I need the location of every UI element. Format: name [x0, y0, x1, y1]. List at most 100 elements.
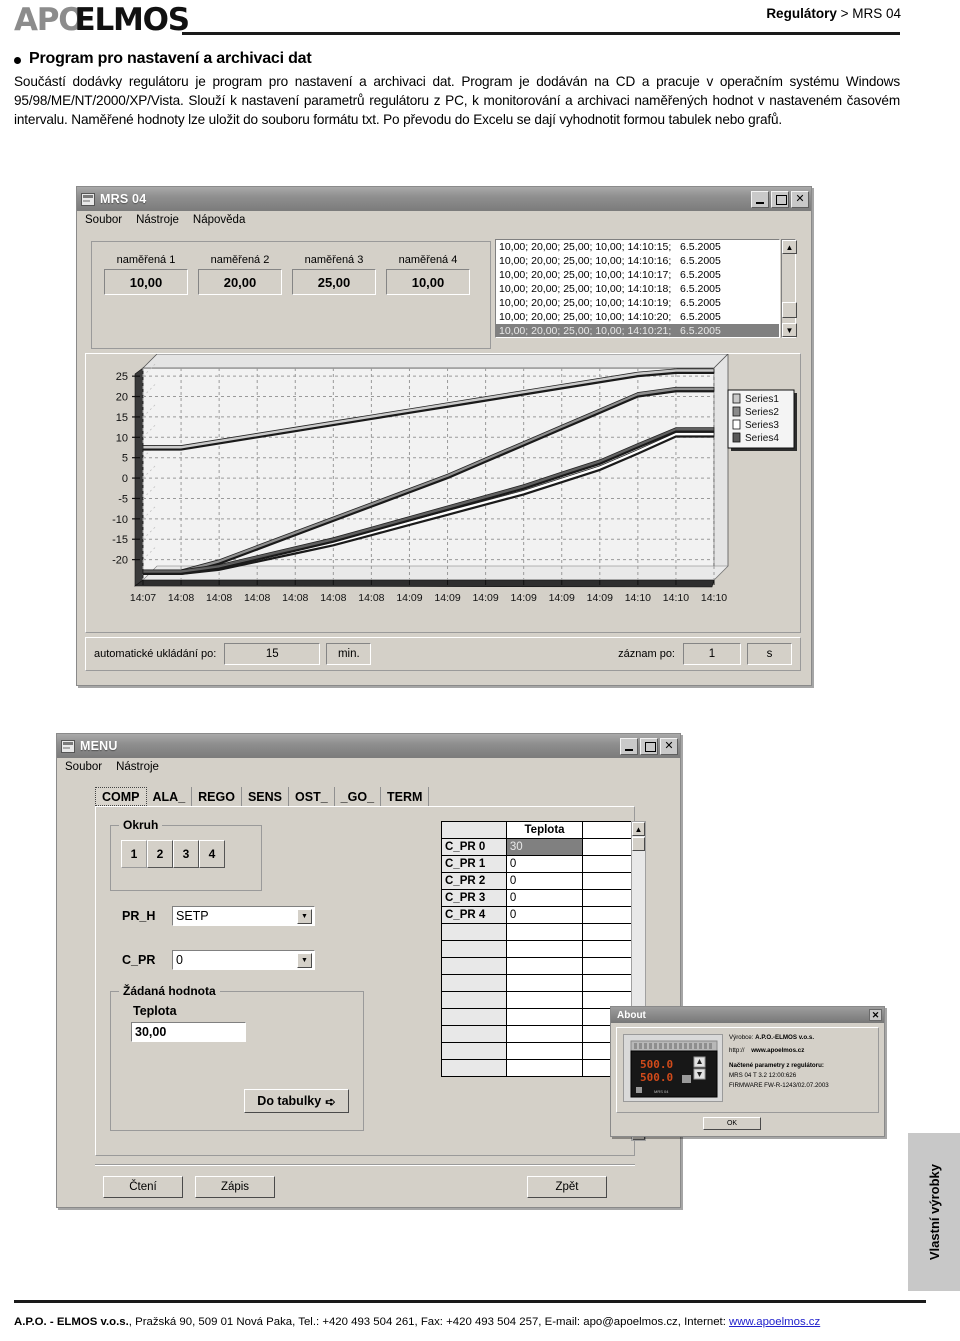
record-value-field[interactable]: 1	[683, 643, 741, 665]
svg-text:14:08: 14:08	[206, 592, 232, 604]
chevron-down-icon[interactable]: ▼	[297, 953, 312, 968]
grid-row[interactable]: C_PR 0 30	[441, 838, 646, 856]
write-button[interactable]: Zápis	[195, 1176, 275, 1198]
about-url[interactable]: www.apoelmos.cz	[751, 1047, 804, 1054]
grid-value-cell[interactable]: 0	[505, 889, 584, 907]
tab-ala-[interactable]: ALA_	[146, 787, 193, 806]
grid-value-cell[interactable]	[505, 991, 584, 1009]
okruh-button-1[interactable]: 1	[121, 840, 147, 868]
svg-text:20: 20	[116, 392, 128, 404]
okruh-button-2[interactable]: 2	[147, 840, 173, 868]
grid-value-cell[interactable]	[505, 940, 584, 958]
grid-value-cell[interactable]	[505, 974, 584, 992]
menu-soubor[interactable]: Soubor	[85, 214, 122, 226]
grid-value-cell[interactable]	[505, 1059, 584, 1077]
tab--go-[interactable]: _GO_	[334, 787, 382, 806]
scroll-down-icon[interactable]: ▼	[782, 323, 797, 337]
grid-value-cell[interactable]	[505, 1008, 584, 1026]
tab-comp[interactable]: COMP	[95, 787, 147, 806]
grid-value-cell[interactable]: 30	[505, 838, 584, 856]
grid-row-header	[441, 1042, 507, 1060]
svg-text:Series4: Series4	[745, 433, 779, 444]
menu-titlebar[interactable]: MENU ✕	[57, 734, 680, 758]
grid-value-cell[interactable]: 0	[505, 855, 584, 873]
tab-ost-[interactable]: OST_	[289, 787, 335, 806]
log-list-item[interactable]: 10,00; 20,00; 25,00; 10,00; 14:10:19; 6.…	[496, 296, 779, 310]
close-icon[interactable]: ✕	[791, 190, 809, 208]
scroll-thumb[interactable]	[782, 302, 797, 318]
grid-row[interactable]	[441, 957, 646, 975]
svg-text:14:08: 14:08	[358, 592, 384, 604]
setpoint-input[interactable]: 30,00	[131, 1022, 246, 1042]
tab-sens[interactable]: SENS	[241, 787, 290, 806]
intro-paragraph: Součástí dodávky regulátoru je program p…	[14, 74, 900, 128]
grid-row[interactable]: C_PR 40	[441, 906, 646, 924]
grid-row[interactable]	[441, 923, 646, 941]
mrs04-window-controls: ✕	[751, 190, 809, 208]
about-http-label: http://	[729, 1047, 745, 1054]
menu-nastroje[interactable]: Nástroje	[116, 761, 159, 773]
grid-row[interactable]	[441, 940, 646, 958]
log-list-item[interactable]: 10,00; 20,00; 25,00; 10,00; 14:10:16; 6.…	[496, 254, 779, 268]
grid-value-cell[interactable]	[505, 1025, 584, 1043]
menu-window-controls: ✕	[620, 737, 678, 755]
log-list-item[interactable]: 10,00; 20,00; 25,00; 10,00; 14:10:17; 6.…	[496, 268, 779, 282]
grid-row-header: C_PR 4	[441, 906, 507, 924]
grid-row[interactable]: C_PR 10	[441, 855, 646, 873]
about-titlebar[interactable]: About ✕	[611, 1007, 884, 1023]
back-button[interactable]: Zpět	[527, 1176, 607, 1198]
measurement-chart: 25 20 15 10 5 0 -5 -10 -15 -20 14:07 14:08 14:08 14:0…	[86, 354, 800, 632]
svg-text:500.0: 500.0	[640, 1071, 673, 1084]
grid-value-cell[interactable]: 0	[505, 872, 584, 890]
scroll-thumb[interactable]	[632, 837, 645, 851]
log-list-item[interactable]: 10,00; 20,00; 25,00; 10,00; 14:10:18; 6.…	[496, 282, 779, 296]
svg-text:14:09: 14:09	[511, 592, 537, 604]
close-icon[interactable]: ✕	[660, 737, 678, 755]
log-listbox[interactable]: 10,00; 20,00; 25,00; 10,00; 14:10:15; 6.…	[495, 239, 780, 338]
c-pr-combobox[interactable]: 0 ▼	[172, 950, 315, 970]
pr-h-combobox[interactable]: SETP ▼	[172, 906, 315, 926]
svg-text:14:09: 14:09	[587, 592, 613, 604]
grid-value-cell[interactable]	[505, 923, 584, 941]
log-list-item[interactable]: 10,00; 20,00; 25,00; 10,00; 14:10:21; 6.…	[496, 324, 779, 337]
footer-address: , Pražská 90, 509 01 Nová Paka, Tel.: +4…	[128, 1316, 730, 1328]
menu-nastroje[interactable]: Nástroje	[136, 214, 179, 226]
minimize-icon[interactable]	[620, 737, 638, 755]
measurement-chart-panel: 25 20 15 10 5 0 -5 -10 -15 -20 14:07 14:08 14:08 14:0…	[85, 353, 801, 633]
minimize-icon[interactable]	[751, 190, 769, 208]
do-tabulky-button[interactable]: Do tabulky ➪	[244, 1089, 349, 1113]
scroll-up-icon[interactable]: ▲	[632, 822, 645, 836]
device-photo-graphic: 500.0 500.0 MRS 04	[624, 1035, 722, 1101]
log-list-item[interactable]: 10,00; 20,00; 25,00; 10,00; 14:10:15; 6.…	[496, 240, 779, 254]
maximize-icon[interactable]	[771, 190, 789, 208]
grid-row[interactable]: C_PR 20	[441, 872, 646, 890]
read-button[interactable]: Čtení	[103, 1176, 183, 1198]
mrs04-titlebar[interactable]: MRS 04 ✕	[77, 187, 811, 211]
about-params-label: Načtené parametry z regulátoru:	[729, 1062, 824, 1069]
grid-value-cell[interactable]: 0	[505, 906, 584, 924]
mrs04-status-bar: automatické ukládání po: 15 min. záznam …	[85, 637, 801, 671]
section-title: Program pro nastavení a archivaci dat	[29, 50, 312, 67]
grid-row[interactable]: C_PR 30	[441, 889, 646, 907]
chevron-down-icon[interactable]: ▼	[297, 909, 312, 924]
grid-row[interactable]	[441, 974, 646, 992]
menu-soubor[interactable]: Soubor	[65, 761, 102, 773]
about-ok-button[interactable]: OK	[703, 1117, 761, 1130]
grid-value-cell[interactable]	[505, 957, 584, 975]
tab-term[interactable]: TERM	[381, 787, 430, 806]
measured-cell-3: naměřená 3 25,00	[292, 254, 376, 295]
menu-napoveda[interactable]: Nápověda	[193, 214, 245, 226]
autosave-value-field[interactable]: 15	[224, 643, 321, 665]
tab-rego[interactable]: REGO	[192, 787, 242, 806]
grid-value-cell[interactable]	[505, 1042, 584, 1060]
okruh-button-4[interactable]: 4	[199, 840, 225, 868]
scroll-up-icon[interactable]: ▲	[782, 240, 797, 254]
log-list-item[interactable]: 10,00; 20,00; 25,00; 10,00; 14:10:20; 6.…	[496, 310, 779, 324]
log-scrollbar[interactable]: ▲ ▼	[781, 239, 797, 338]
maximize-icon[interactable]	[640, 737, 658, 755]
application-icon	[61, 739, 75, 753]
comp-tab-panel: Okruh 1234 PR_H SETP ▼ C_PR 0 ▼ Žádaná h…	[95, 806, 646, 1156]
okruh-button-3[interactable]: 3	[173, 840, 199, 868]
footer-web-link[interactable]: www.apoelmos.cz	[729, 1316, 820, 1328]
close-icon[interactable]: ✕	[869, 1009, 882, 1021]
